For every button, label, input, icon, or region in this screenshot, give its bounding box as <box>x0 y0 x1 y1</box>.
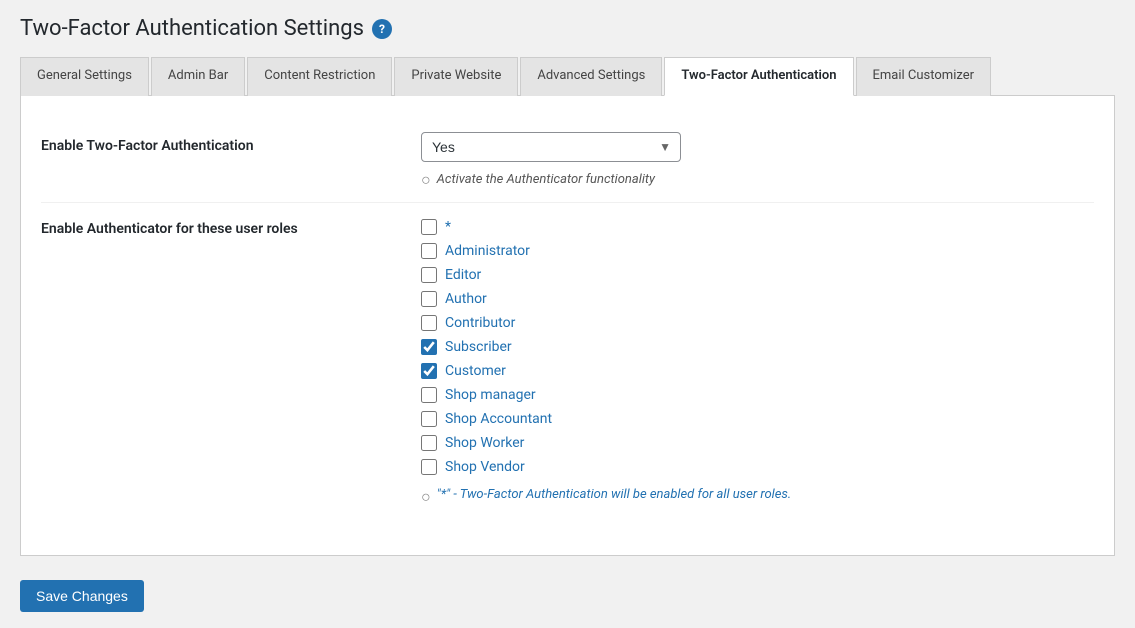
checkbox-label-contributor[interactable]: Contributor <box>445 315 515 331</box>
checkbox-editor[interactable] <box>421 267 437 283</box>
checkbox-subscriber[interactable] <box>421 339 437 355</box>
checkbox-item-shop-accountant[interactable]: Shop Accountant <box>421 411 1094 427</box>
checkbox-list: * Administrator Editor Author Contributor Sub… <box>421 219 1094 475</box>
checkbox-item-author[interactable]: Author <box>421 291 1094 307</box>
checkbox-item-shop-manager[interactable]: Shop manager <box>421 387 1094 403</box>
checkbox-item-all[interactable]: * <box>421 219 1094 235</box>
checkbox-customer[interactable] <box>421 363 437 379</box>
hint-text-content: Activate the Authenticator functionality <box>437 172 655 187</box>
note-bullet: ○ <box>421 487 431 507</box>
page-wrapper: Two-Factor Authentication Settings ? Gen… <box>0 0 1135 628</box>
checkbox-label-shop-accountant[interactable]: Shop Accountant <box>445 411 552 427</box>
checkbox-item-subscriber[interactable]: Subscriber <box>421 339 1094 355</box>
checkbox-label-customer[interactable]: Customer <box>445 363 506 379</box>
checkbox-item-customer[interactable]: Customer <box>421 363 1094 379</box>
checkbox-label-shop-manager[interactable]: Shop manager <box>445 387 536 403</box>
user-roles-control: * Administrator Editor Author Contributor Sub… <box>421 215 1094 507</box>
user-roles-row: Enable Authenticator for these user role… <box>41 203 1094 519</box>
tab-private-website[interactable]: Private Website <box>394 57 518 96</box>
checkbox-item-shop-worker[interactable]: Shop Worker <box>421 435 1094 451</box>
page-title-text: Two-Factor Authentication Settings <box>20 16 364 41</box>
checkbox-label-subscriber[interactable]: Subscriber <box>445 339 512 355</box>
checkbox-shop-worker[interactable] <box>421 435 437 451</box>
content-area: Enable Two-Factor Authentication YesNo ▼… <box>20 96 1115 556</box>
tab-advanced-settings[interactable]: Advanced Settings <box>520 57 662 96</box>
footer-area: Save Changes <box>20 564 1115 612</box>
enable-2fa-label: Enable Two-Factor Authentication <box>41 132 421 154</box>
checkbox-label-author[interactable]: Author <box>445 291 487 307</box>
checkbox-label-shop-worker[interactable]: Shop Worker <box>445 435 524 451</box>
tab-admin-bar[interactable]: Admin Bar <box>151 57 245 96</box>
checkbox-shop-vendor[interactable] <box>421 459 437 475</box>
checkbox-administrator[interactable] <box>421 243 437 259</box>
hint-bullet: ○ <box>421 170 431 190</box>
checkbox-label-editor[interactable]: Editor <box>445 267 481 283</box>
enable-2fa-row: Enable Two-Factor Authentication YesNo ▼… <box>41 120 1094 203</box>
checkbox-author[interactable] <box>421 291 437 307</box>
checkbox-shop-accountant[interactable] <box>421 411 437 427</box>
page-title: Two-Factor Authentication Settings ? <box>20 16 1115 41</box>
checkbox-label-administrator[interactable]: Administrator <box>445 243 530 259</box>
roles-note-text: "*" - Two-Factor Authentication will be … <box>437 487 792 502</box>
checkbox-item-editor[interactable]: Editor <box>421 267 1094 283</box>
enable-2fa-select-wrapper: YesNo ▼ <box>421 132 681 162</box>
checkbox-label-all[interactable]: * <box>445 219 451 235</box>
checkbox-contributor[interactable] <box>421 315 437 331</box>
tabs-nav: General SettingsAdmin BarContent Restric… <box>20 57 1115 96</box>
help-icon[interactable]: ? <box>372 19 392 39</box>
user-roles-label: Enable Authenticator for these user role… <box>41 215 421 237</box>
tab-general-settings[interactable]: General Settings <box>20 57 149 96</box>
checkbox-label-shop-vendor[interactable]: Shop Vendor <box>445 459 525 475</box>
tab-two-factor-authentication[interactable]: Two-Factor Authentication <box>664 57 853 96</box>
checkbox-shop-manager[interactable] <box>421 387 437 403</box>
save-button[interactable]: Save Changes <box>20 580 144 612</box>
roles-note: ○ "*" - Two-Factor Authentication will b… <box>421 487 1094 507</box>
enable-2fa-select[interactable]: YesNo <box>421 132 681 162</box>
enable-2fa-hint: ○ Activate the Authenticator functionali… <box>421 170 1094 190</box>
checkbox-item-shop-vendor[interactable]: Shop Vendor <box>421 459 1094 475</box>
enable-2fa-control: YesNo ▼ ○ Activate the Authenticator fun… <box>421 132 1094 190</box>
checkbox-all[interactable] <box>421 219 437 235</box>
checkbox-item-contributor[interactable]: Contributor <box>421 315 1094 331</box>
tab-content-restriction[interactable]: Content Restriction <box>247 57 392 96</box>
tab-email-customizer[interactable]: Email Customizer <box>856 57 992 96</box>
checkbox-item-administrator[interactable]: Administrator <box>421 243 1094 259</box>
